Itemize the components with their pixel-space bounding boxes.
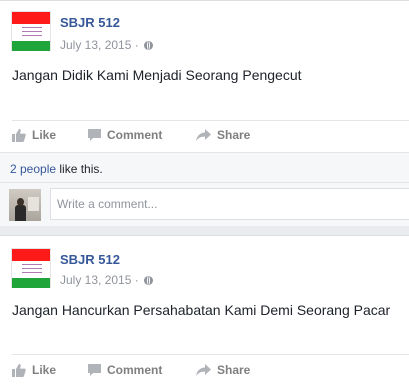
post-meta: July 13, 2015 ·	[60, 273, 154, 287]
globe-icon[interactable]	[144, 41, 154, 50]
post-author[interactable]: SBJR 512	[60, 15, 120, 30]
share-arrow-icon	[196, 364, 211, 376]
speech-bubble-icon	[88, 128, 101, 141]
like-label: Like	[32, 363, 57, 377]
likes-suffix: like this.	[56, 162, 103, 176]
comment-button[interactable]: Comment	[88, 358, 162, 382]
post-card: SBJR 512 July 13, 2015 · Jangan Didik Ka…	[0, 0, 409, 226]
thumbs-up-icon	[12, 363, 26, 377]
like-button[interactable]: Like	[12, 123, 56, 147]
post-date[interactable]: July 13, 2015	[60, 38, 131, 52]
share-label: Share	[217, 363, 251, 377]
speech-bubble-icon	[88, 363, 101, 376]
post-actions: Like Comment Share	[0, 358, 409, 382]
commenter-avatar[interactable]	[9, 189, 41, 221]
share-arrow-icon	[196, 129, 211, 141]
page-avatar-flag-icon[interactable]	[11, 248, 51, 288]
meta-separator: ·	[134, 38, 139, 52]
likes-text: 2 people like this.	[10, 162, 103, 176]
divider	[12, 354, 409, 355]
share-button[interactable]: Share	[196, 358, 250, 382]
thumbs-up-icon	[12, 128, 26, 142]
comment-label: Comment	[107, 363, 163, 377]
globe-icon[interactable]	[144, 276, 154, 285]
like-button[interactable]: Like	[12, 358, 56, 382]
meta-separator: ·	[134, 273, 139, 287]
comment-input[interactable]	[50, 188, 409, 220]
post-text: Jangan Didik Kami Menjadi Seorang Pengec…	[12, 67, 302, 83]
divider	[12, 120, 409, 121]
likes-count-link[interactable]: 2 people	[10, 162, 56, 176]
like-label: Like	[32, 128, 57, 142]
share-button[interactable]: Share	[196, 123, 250, 147]
share-label: Share	[217, 128, 251, 142]
post-meta: July 13, 2015 ·	[60, 38, 154, 52]
comment-composer	[0, 182, 409, 226]
page-avatar-flag-icon[interactable]	[11, 11, 51, 51]
post-author[interactable]: SBJR 512	[60, 252, 120, 267]
post-actions: Like Comment Share	[0, 123, 409, 147]
post-card: SBJR 512 July 13, 2015 · Jangan Hancurka…	[0, 235, 409, 387]
comment-button[interactable]: Comment	[88, 123, 162, 147]
post-date[interactable]: July 13, 2015	[60, 273, 131, 287]
post-text: Jangan Hancurkan Persahabatan Kami Demi …	[12, 302, 391, 318]
likes-summary: 2 people like this.	[0, 152, 409, 183]
comment-label: Comment	[107, 128, 163, 142]
